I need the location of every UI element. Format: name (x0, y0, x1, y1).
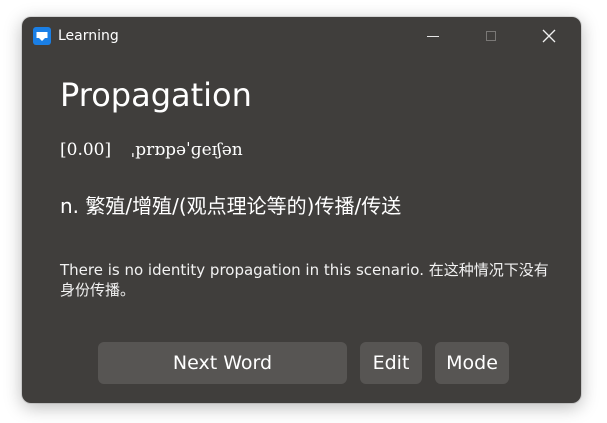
score-value: [0.00] (60, 140, 112, 160)
phonetic-text: ˌprɒpəˈɡeɪʃən (130, 140, 243, 160)
definition-text: n. 繁殖/增殖/(观点理论等的)传播/传送 (60, 194, 402, 218)
learning-app-icon (33, 27, 51, 45)
next-word-button[interactable]: Next Word (98, 342, 347, 384)
minimize-icon (427, 35, 439, 37)
edit-button[interactable]: Edit (360, 342, 422, 384)
learning-window: Learning Propagation [0.00] ˌprɒpəˈɡeɪʃə… (22, 17, 581, 403)
window-title: Learning (58, 28, 119, 44)
title-bar[interactable]: Learning (22, 17, 581, 55)
minimize-button[interactable] (410, 17, 456, 55)
word-heading: Propagation (60, 76, 252, 114)
close-icon (542, 29, 556, 43)
example-sentence: There is no identity propagation in this… (60, 261, 549, 299)
phonetic-row: [0.00] ˌprɒpəˈɡeɪʃən (60, 139, 243, 161)
mode-button[interactable]: Mode (435, 342, 509, 384)
maximize-icon (486, 31, 496, 41)
maximize-button[interactable] (468, 17, 514, 55)
close-button[interactable] (526, 17, 572, 55)
